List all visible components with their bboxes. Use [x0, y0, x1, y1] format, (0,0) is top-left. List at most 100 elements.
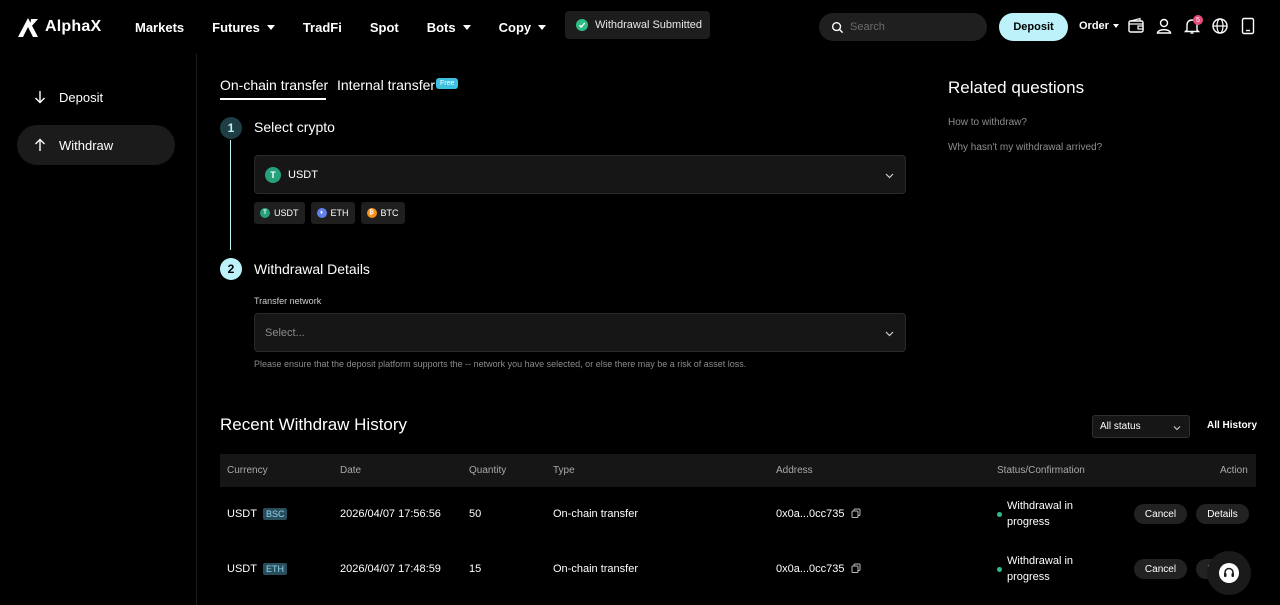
- transfer-network-label: Transfer network: [254, 296, 322, 306]
- step-2-indicator: 2: [220, 258, 242, 280]
- quick-coin-label: BTC: [380, 208, 399, 218]
- support-chat-button[interactable]: [1207, 551, 1251, 595]
- address-cell: 0x0a...0cc735: [776, 563, 861, 575]
- sidebar-item-withdraw[interactable]: Withdraw: [17, 125, 175, 165]
- quantity-cell: 15: [469, 563, 482, 575]
- network-select[interactable]: Select...: [254, 313, 906, 352]
- network-select-placeholder: Select...: [265, 326, 305, 339]
- nav-item-label: Markets: [135, 19, 185, 35]
- nav-item-label: Spot: [369, 19, 399, 35]
- chevron-down-icon: [885, 331, 894, 337]
- toast-notification: Withdrawal Submitted: [565, 11, 710, 39]
- date-cell: 2026/04/07 17:48:59: [340, 563, 441, 575]
- cancel-button[interactable]: Cancel: [1134, 504, 1187, 524]
- search-icon: [831, 21, 844, 33]
- free-badge: Free: [436, 78, 459, 89]
- wallet-icon[interactable]: [1127, 17, 1145, 35]
- column-header: Quantity: [469, 465, 507, 476]
- sidebar-item-deposit[interactable]: Deposit: [17, 77, 175, 117]
- search-input[interactable]: [850, 21, 970, 33]
- network-badge: ETH: [262, 563, 287, 575]
- chevron-down-icon: [538, 24, 547, 30]
- column-header: Currency: [227, 465, 268, 476]
- currency-cell: USDT BSC: [227, 508, 288, 520]
- copy-icon[interactable]: [851, 508, 861, 518]
- related-link-how-to-withdraw[interactable]: How to withdraw?: [948, 117, 1027, 128]
- order-menu[interactable]: Order: [1079, 20, 1119, 32]
- address-text: 0x0a...0cc735: [776, 563, 845, 575]
- history-table-header: Currency Date Quantity Type Address Stat…: [220, 454, 1256, 487]
- active-tab-indicator: [220, 98, 326, 100]
- status-dot: [997, 512, 1002, 517]
- nav-item-spot[interactable]: Spot: [370, 20, 399, 35]
- step-1-indicator: 1: [220, 117, 242, 139]
- details-button[interactable]: Details: [1196, 504, 1249, 524]
- cancel-button[interactable]: Cancel: [1134, 559, 1187, 579]
- check-circle-icon: [576, 19, 588, 31]
- nav-item-markets[interactable]: Markets: [135, 20, 184, 35]
- quick-coin-usdt[interactable]: T USDT: [254, 202, 305, 224]
- arrow-down-icon: [35, 91, 45, 104]
- step-2-title: Withdrawal Details: [254, 261, 370, 277]
- address-cell: 0x0a...0cc735: [776, 508, 861, 520]
- nav-item-futures[interactable]: Futures: [212, 20, 275, 35]
- column-header: Date: [340, 465, 362, 476]
- status-filter-value: All status: [1100, 421, 1141, 432]
- type-cell: On-chain transfer: [553, 508, 638, 520]
- column-header: Status/Confirmation: [997, 465, 1085, 476]
- logo-text: AlphaX: [45, 18, 102, 35]
- quick-coin-list: T USDT ♦ ETH ₿ BTC: [254, 202, 405, 224]
- column-header: Action: [1220, 465, 1248, 476]
- date-cell: 2026/04/07 17:56:56: [340, 508, 441, 520]
- quick-coin-eth[interactable]: ♦ ETH: [310, 202, 355, 224]
- history-title: Recent Withdraw History: [220, 415, 408, 434]
- table-row: USDT ETH 2026/04/07 17:48:59 15 On-chain tra…: [220, 542, 1256, 596]
- quick-coin-btc[interactable]: ₿ BTC: [360, 202, 405, 224]
- address-text: 0x0a...0cc735: [776, 508, 845, 520]
- all-history-link[interactable]: All History: [1207, 420, 1257, 431]
- nav-item-tradfi[interactable]: TradFi: [303, 20, 342, 35]
- table-row: USDT BSC 2026/04/07 17:56:56 50 On-chain tra…: [220, 487, 1256, 541]
- chevron-down-icon: [266, 24, 275, 30]
- nav-item-label: Copy: [498, 19, 532, 35]
- order-label: Order: [1079, 20, 1109, 32]
- main-nav: MarketsFuturesTradFiSpotBotsCopyRewa: [135, 0, 636, 54]
- chevron-down-icon: [1173, 426, 1181, 431]
- currency-name: USDT: [227, 563, 257, 575]
- eth-coin-icon: ♦: [316, 208, 327, 218]
- nav-item-label: Futures: [212, 19, 260, 35]
- crypto-select[interactable]: T USDT: [254, 155, 906, 194]
- nav-item-copy[interactable]: Copy: [499, 20, 547, 35]
- alphax-logo-icon: [18, 18, 38, 37]
- globe-icon[interactable]: [1211, 17, 1229, 35]
- copy-icon[interactable]: [851, 563, 861, 573]
- column-header: Address: [776, 465, 813, 476]
- step-connector-line: [230, 140, 231, 250]
- header-deposit-button[interactable]: Deposit: [999, 13, 1068, 41]
- tab-internal-transfer[interactable]: Internal transfer: [337, 77, 435, 93]
- sidebar-item-label: Deposit: [59, 89, 104, 105]
- network-warning-text: Please ensure that the deposit platform …: [254, 359, 747, 369]
- status-filter-select[interactable]: All status: [1092, 415, 1190, 438]
- headset-icon: [1219, 563, 1239, 583]
- usdt-coin-icon: T: [260, 208, 270, 218]
- tab-on-chain-transfer[interactable]: On-chain transfer: [220, 77, 328, 93]
- currency-cell: USDT ETH: [227, 563, 287, 575]
- chevron-down-icon: [1112, 24, 1119, 28]
- arrow-up-icon: [35, 138, 45, 151]
- user-icon[interactable]: [1155, 17, 1173, 35]
- network-badge: BSC: [262, 508, 288, 520]
- crypto-select-value: USDT: [288, 168, 318, 181]
- status-dot: [997, 567, 1002, 572]
- phone-icon[interactable]: [1239, 17, 1257, 35]
- column-header: Type: [553, 465, 575, 476]
- quick-coin-label: ETH: [330, 208, 349, 218]
- notification-badge: 5: [1193, 15, 1203, 25]
- logo[interactable]: AlphaX: [17, 16, 101, 38]
- status-cell: Withdrawal in progress: [1007, 500, 1074, 528]
- status-cell: Withdrawal in progress: [1007, 555, 1074, 583]
- search-box[interactable]: [819, 13, 987, 41]
- nav-item-bots[interactable]: Bots: [427, 20, 471, 35]
- sidebar-item-label: Withdraw: [59, 137, 114, 153]
- related-link-withdrawal-not-arrived[interactable]: Why hasn't my withdrawal arrived?: [948, 142, 1102, 153]
